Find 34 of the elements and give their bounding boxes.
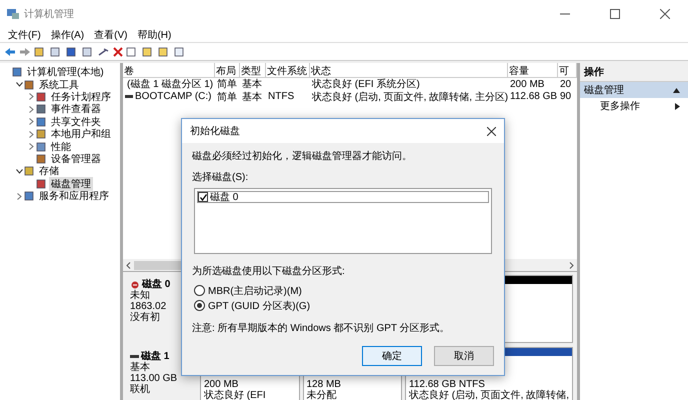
partition-info: 未分配 [306, 390, 338, 400]
table-cell: 200 MB [510, 78, 544, 90]
window-title: 计算机管理 [24, 8, 75, 21]
format-label: 为所选磁盘使用以下磁盘分区形式: [192, 264, 346, 278]
partition-info: 状态良好 (启动, 页面文件, 故障转储, [408, 390, 570, 400]
dialog-note: 注意: 所有早期版本的 Windows 都不识别 GPT 分区形式。 [192, 322, 451, 335]
table-cell-text: (磁盘 1 磁盘分区 1) [127, 78, 214, 92]
dialog-title: 初始化磁盘 [190, 124, 240, 138]
table-cell: NTFS [268, 91, 294, 102]
disk-name: 磁盘 1 [141, 351, 170, 362]
table-cell-text: 状态良好 (启动, 页面文件, 故障转储, 主分区) [312, 90, 508, 104]
table-cell-text: 基本 [242, 90, 262, 104]
table-cell-text: 基本 [242, 78, 262, 92]
partition-info: 128 MB [306, 379, 342, 390]
list-label: 选择磁盘(S): [192, 170, 250, 184]
table-cell: BOOTCAMP (C:) [135, 91, 212, 102]
disk-info: 113.00 GB [130, 373, 178, 384]
disk-name: 磁盘 0 [142, 279, 170, 290]
table-cell-text: 状态良好 (EFI 系统分区) [312, 78, 420, 92]
actions-header: 操作 [580, 63, 688, 82]
table-cell-text: 简单 [217, 78, 237, 92]
disk-info: 联机 [130, 384, 150, 395]
partition-info: 200 MB [203, 379, 240, 390]
table-cell: 20 [560, 78, 572, 90]
dialog-message: 磁盘必须经过初始化，逻辑磁盘管理器才能访问。 [192, 150, 413, 163]
table-cell-text: 简单 [217, 90, 237, 104]
disk-info: 基本 [130, 362, 150, 373]
disk-info: 未知 [130, 290, 150, 301]
disk-info: 1863.02 [130, 301, 166, 312]
table-cell: 112.68 GB [510, 91, 558, 102]
disk-info: 没有初 [130, 312, 160, 323]
partition-info: 状态良好 (EFI [203, 390, 267, 400]
partition-info: 112.68 GB NTFS [408, 379, 486, 390]
table-cell: 90 [560, 91, 572, 102]
